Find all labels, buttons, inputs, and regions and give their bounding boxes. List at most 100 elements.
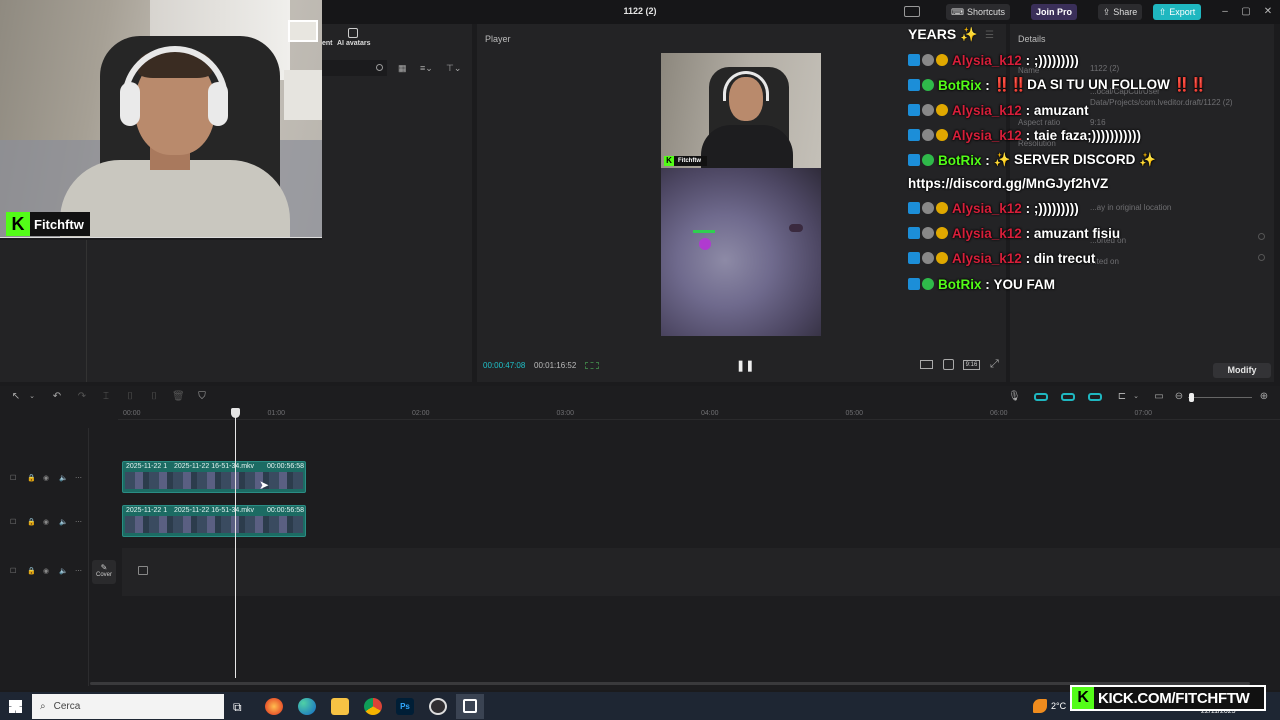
video-preview[interactable]: K Fitchftw (661, 53, 821, 336)
export-button[interactable]: ⇧ Export (1153, 4, 1201, 20)
ratio-button[interactable]: 9:16 (963, 360, 980, 370)
search-icon: ⌕ (40, 701, 46, 712)
select-tool-icon[interactable]: ↖ (10, 391, 22, 403)
taskbar-search-input[interactable]: ⌕ Cerca (32, 694, 224, 719)
modify-button[interactable]: Modify (1213, 363, 1271, 378)
task-view-icon[interactable]: ⧉ (233, 700, 242, 715)
subscriber-badge-icon (936, 252, 948, 264)
sort-icon[interactable]: ≡⌄ (420, 63, 433, 74)
zoom-in-icon[interactable]: ⊕ (1258, 391, 1270, 403)
split-right-icon[interactable]: ⌷ (148, 391, 160, 403)
info-icon[interactable] (1258, 254, 1265, 261)
refresh-icon[interactable] (376, 64, 383, 71)
undo-icon[interactable]: ↶ (51, 391, 63, 403)
split-left-icon[interactable]: ⌷ (124, 391, 136, 403)
magnet-toggle-icon[interactable] (1061, 393, 1075, 401)
eye-icon[interactable]: ◉ (43, 518, 49, 526)
preview-axis-icon[interactable]: ⊏ (1116, 391, 1128, 403)
expand-icon[interactable]: ⤢ (990, 358, 999, 371)
obs-icon[interactable] (429, 698, 447, 715)
panel-divider (86, 240, 87, 382)
lock-icon[interactable]: 🔒 (27, 567, 36, 575)
layout-icon[interactable] (904, 6, 920, 17)
zoom-slider-handle[interactable] (1189, 393, 1194, 402)
file-explorer-icon[interactable] (331, 698, 349, 715)
chat-separator: : (1021, 200, 1034, 216)
main-track-lane[interactable] (122, 548, 1280, 596)
redo-icon[interactable]: ↷ (76, 391, 88, 403)
mouse-cursor-icon: ➤ (259, 478, 270, 492)
fullscreen-quality-icon[interactable] (920, 360, 933, 369)
chat-username: Alysia_k12 (952, 250, 1022, 266)
chat-username: Alysia_k12 (952, 127, 1022, 143)
kick-badge-icon (908, 278, 920, 290)
chevron-down-icon[interactable]: ⌄ (26, 391, 38, 403)
checkbox-icon[interactable]: ☐ (10, 518, 16, 526)
chat-text: ;))))))))) (1033, 52, 1079, 68)
chat-username: BotRix (938, 276, 982, 292)
info-icon[interactable] (1258, 233, 1265, 240)
tab-ai-avatars[interactable]: AI avatars (337, 40, 370, 47)
maximize-icon[interactable]: ▢ (1238, 4, 1254, 20)
eye-icon[interactable]: ◉ (43, 567, 49, 575)
speaker-icon[interactable]: 🔈 (59, 518, 68, 526)
checkbox-icon[interactable]: ☐ (10, 474, 16, 482)
chat-header: YEARS ✨ (908, 26, 978, 43)
lock-icon[interactable]: 🔒 (27, 518, 36, 526)
cover-label: Cover (95, 572, 112, 578)
verified-badge-icon (922, 278, 934, 290)
crop-icon[interactable] (943, 359, 954, 370)
ai-avatars-icon[interactable] (348, 28, 358, 38)
chat-header-text: YEARS (908, 26, 957, 42)
split-icon[interactable]: ⌶ (100, 391, 112, 403)
caption-icon[interactable]: ▭ (1153, 391, 1165, 403)
checkbox-icon[interactable]: ☐ (10, 567, 16, 575)
speaker-icon[interactable]: 🔈 (59, 567, 68, 575)
marker-icon[interactable]: ⛉ (196, 391, 208, 403)
join-pro-button[interactable]: Join Pro (1031, 4, 1077, 20)
kick-badge-icon (908, 227, 920, 239)
minimize-icon[interactable]: – (1217, 4, 1233, 20)
chrome-icon[interactable] (364, 698, 382, 715)
edge-icon[interactable] (298, 698, 316, 715)
share-button[interactable]: ⇪ Share (1098, 4, 1142, 20)
microphone-icon[interactable]: 🎙 (1008, 391, 1021, 403)
chat-message: BotRix : ‼️‼️DA SI TU UN FOLLOW ‼️‼️ (908, 75, 1207, 95)
video-clip[interactable]: 2025-11-22 1 2025-11-22 16-51-34.mkv 00:00… (122, 505, 306, 537)
headphones-left-cup (120, 82, 140, 126)
playhead[interactable] (235, 408, 236, 678)
eye-icon[interactable]: ◉ (43, 474, 49, 482)
more-icon[interactable]: ⋯ (75, 518, 82, 526)
timeline-ruler[interactable] (118, 408, 1280, 420)
track-header-divider (88, 428, 89, 686)
pause-icon[interactable]: ❚❚ (736, 359, 754, 372)
grid-view-icon[interactable]: ▦ (398, 63, 407, 74)
video-clip[interactable]: 2025-11-22 1 2025-11-22 16-51-34.mkv 00:00… (122, 461, 306, 493)
play-location-option[interactable]: ...ay in original location (1090, 203, 1171, 212)
filter-icon[interactable]: ⊤⌄ (446, 63, 461, 74)
film-icon (138, 566, 148, 575)
capcut-icon[interactable] (456, 694, 484, 719)
photoshop-icon[interactable]: Ps (396, 698, 414, 715)
chevron-down-icon[interactable]: ⌄ (1130, 391, 1142, 403)
chat-menu-icon[interactable]: ☰ (985, 30, 994, 41)
more-icon[interactable]: ⋯ (75, 474, 82, 482)
lock-icon[interactable]: 🔒 (27, 474, 36, 482)
firefox-icon[interactable] (265, 698, 283, 715)
zoom-out-icon[interactable]: ⊖ (1173, 391, 1185, 403)
shortcuts-button[interactable]: ⌨ Shortcuts (946, 4, 1010, 20)
zoom-slider[interactable] (1188, 397, 1252, 398)
windows-start-icon[interactable] (9, 700, 22, 713)
playhead-handle[interactable] (231, 408, 240, 418)
more-icon[interactable]: ⋯ (75, 567, 82, 575)
snap-toggle-icon[interactable] (1088, 393, 1102, 401)
delete-icon[interactable]: 🗑 (172, 391, 185, 403)
link-toggle-icon[interactable] (1034, 393, 1048, 401)
close-icon[interactable]: ✕ (1260, 4, 1276, 20)
chat-username: Alysia_k12 (952, 225, 1022, 241)
cover-button[interactable]: ✎ Cover (92, 560, 116, 584)
chat-message: Alysia_k12 : din trecut (908, 248, 1095, 268)
speaker-icon[interactable]: 🔈 (59, 474, 68, 482)
tab-partial-label[interactable]: ent (322, 40, 333, 47)
chat-text: taie faza;))))))))))) (1033, 127, 1142, 143)
